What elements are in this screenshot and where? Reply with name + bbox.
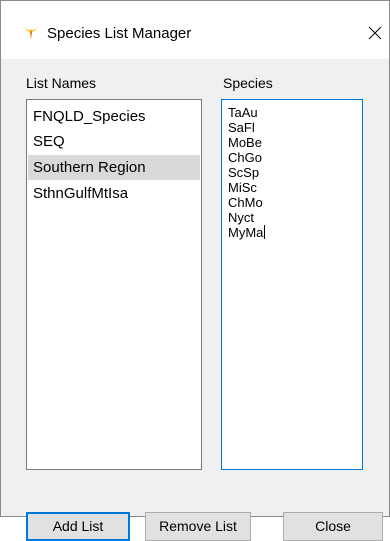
text-caret [264, 225, 266, 239]
list-names-listbox[interactable]: FNQLD_Species SEQ Southern Region SthnGu… [26, 99, 202, 470]
species-line: TaAu [228, 105, 258, 120]
species-line: SaFl [228, 120, 255, 135]
title-bar[interactable]: Species List Manager [1, 1, 389, 59]
bird-icon [23, 27, 39, 39]
window-title: Species List Manager [47, 25, 192, 42]
species-line-text: MyMa [228, 225, 264, 240]
remove-list-button[interactable]: Remove List [145, 512, 251, 541]
species-line: MiSc [228, 180, 257, 195]
dialog-client-area: List Names Species FNQLD_Species SEQ Sou… [1, 59, 389, 541]
species-line: ScSp [228, 165, 260, 180]
species-label: Species [223, 75, 273, 91]
list-item-seq[interactable]: SEQ [28, 129, 200, 154]
list-item-fnqld-species[interactable]: FNQLD_Species [28, 104, 200, 129]
close-icon[interactable] [365, 23, 385, 43]
list-names-label: List Names [26, 75, 97, 91]
species-line: ChGo [228, 150, 262, 165]
species-textbox[interactable]: TaAu SaFl MoBe ChGo ScSp MiSc ChMo Nyct … [221, 99, 363, 470]
list-item-southern-region[interactable]: Southern Region [28, 155, 200, 180]
species-line-last: MyMa [228, 225, 266, 240]
species-line: Nyct [228, 210, 254, 225]
list-item-sthngulfmtisa[interactable]: SthnGulfMtIsa [28, 181, 200, 206]
close-button[interactable]: Close [283, 512, 383, 541]
species-line: ChMo [228, 195, 263, 210]
species-list-manager-window: Species List Manager List Names Species … [0, 0, 390, 541]
add-list-button[interactable]: Add List [26, 512, 130, 541]
species-line: MoBe [228, 135, 262, 150]
